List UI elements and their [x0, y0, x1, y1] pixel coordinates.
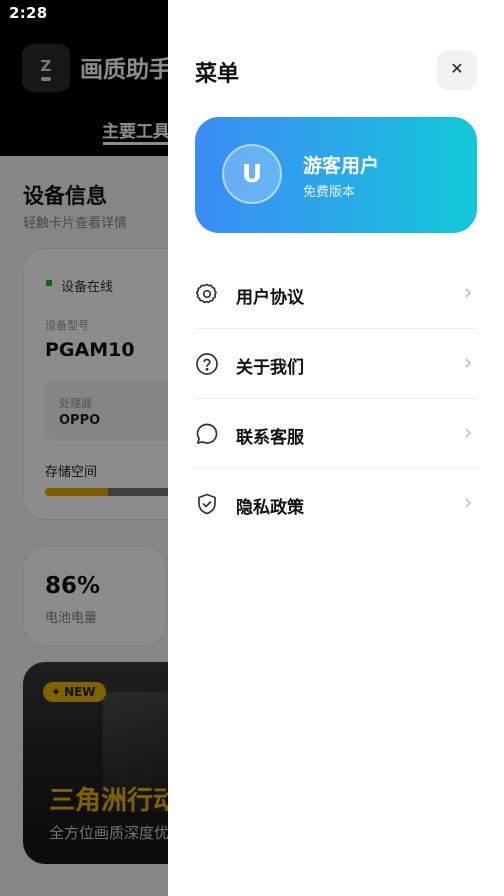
- menu-item-label: 用户协议: [236, 288, 304, 308]
- menu-item-about-us[interactable]: 关于我们: [195, 329, 477, 399]
- chevron-right-icon: [465, 358, 472, 368]
- side-drawer: 菜单 ✕ U 游客用户 免费版本 用户协议 关于我们 联系客服 隐私政策: [168, 0, 504, 896]
- close-button[interactable]: ✕: [437, 50, 477, 90]
- user-profile-card[interactable]: U 游客用户 免费版本: [195, 117, 477, 233]
- drawer-title: 菜单: [195, 62, 240, 87]
- help-circle-icon: [196, 353, 218, 375]
- menu-item-label: 联系客服: [236, 428, 304, 448]
- shield-check-icon: [198, 493, 216, 515]
- chevron-right-icon: [465, 288, 472, 298]
- chevron-right-icon: [465, 428, 472, 438]
- menu-item-label: 隐私政策: [236, 498, 304, 518]
- status-time: 2:28: [9, 4, 48, 22]
- user-name: 游客用户: [303, 155, 380, 177]
- menu-item-user-agreement[interactable]: 用户协议: [195, 259, 477, 329]
- user-plan: 免费版本: [303, 185, 356, 200]
- chat-bubble-icon: [196, 423, 218, 444]
- avatar: U: [222, 144, 282, 204]
- avatar-letter: U: [241, 159, 263, 188]
- close-icon: ✕: [450, 59, 464, 78]
- chevron-right-icon: [465, 498, 472, 508]
- gear-icon: [195, 283, 217, 304]
- menu-item-privacy-policy[interactable]: 隐私政策: [195, 469, 477, 539]
- menu-item-label: 关于我们: [236, 358, 304, 378]
- menu-item-contact-support[interactable]: 联系客服: [195, 399, 477, 469]
